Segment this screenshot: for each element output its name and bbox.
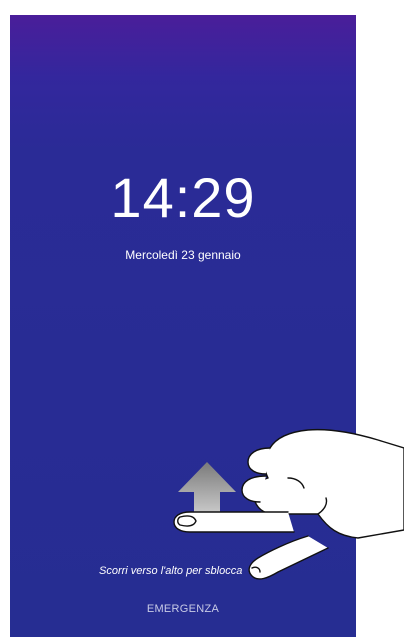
lock-date: Mercoledì 23 gennaio bbox=[125, 248, 241, 262]
pointing-hand-icon bbox=[173, 428, 404, 580]
emergency-button[interactable]: EMERGENZA bbox=[10, 603, 356, 615]
lock-clock: 14:29 bbox=[110, 166, 256, 229]
